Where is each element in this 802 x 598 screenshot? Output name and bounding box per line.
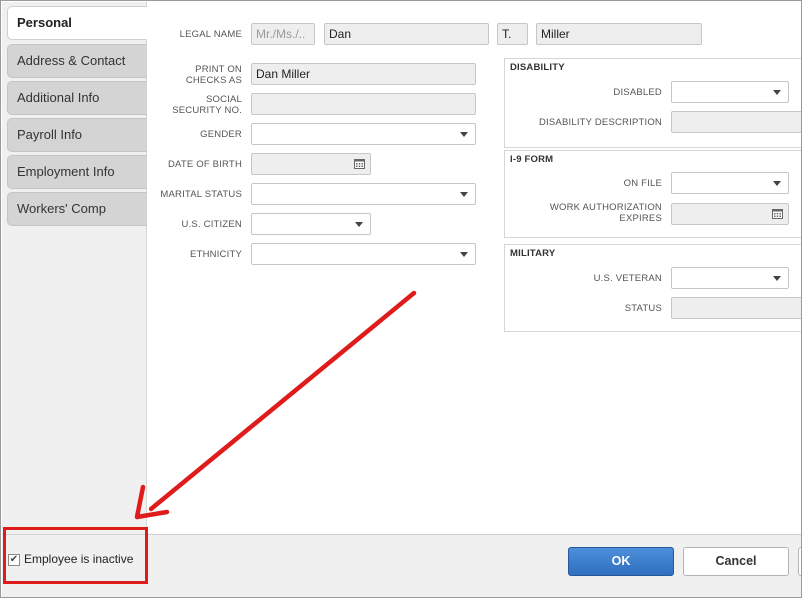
ethnicity-label: ETHNICITY bbox=[190, 249, 242, 260]
employee-inactive-label[interactable]: Employee is inactive bbox=[24, 552, 133, 566]
gender-label: GENDER bbox=[200, 129, 242, 140]
chevron-down-icon bbox=[773, 90, 781, 95]
us-citizen-dropdown[interactable] bbox=[251, 213, 371, 235]
disability-description-field[interactable] bbox=[671, 111, 801, 133]
disabled-dropdown[interactable] bbox=[671, 81, 789, 103]
work-authorization-label: WORK AUTHORIZATION EXPIRES bbox=[505, 202, 662, 224]
last-name-field[interactable]: Miller bbox=[536, 23, 702, 45]
ok-button[interactable]: OK bbox=[568, 547, 674, 576]
chevron-down-icon bbox=[460, 192, 468, 197]
dob-label: DATE OF BIRTH bbox=[167, 159, 242, 170]
tab-column: Personal Address & Contact Additional In… bbox=[2, 2, 147, 534]
name-title-field[interactable]: Mr./Ms./.. bbox=[251, 23, 315, 45]
marital-status-label: MARITAL STATUS bbox=[160, 189, 242, 200]
on-file-label: ON FILE bbox=[623, 178, 662, 189]
tab-additional-info[interactable]: Additional Info bbox=[7, 81, 147, 115]
ssn-field[interactable] bbox=[251, 93, 476, 115]
chevron-down-icon bbox=[460, 252, 468, 257]
chevron-down-icon bbox=[355, 222, 363, 227]
checkmark-icon: ✔ bbox=[9, 554, 19, 565]
disability-description-label: DISABILITY DESCRIPTION bbox=[538, 117, 662, 128]
ssn-label-line2: SECURITY NO. bbox=[172, 105, 242, 116]
tab-workers-comp[interactable]: Workers' Comp bbox=[7, 192, 147, 226]
chevron-down-icon bbox=[460, 132, 468, 137]
chevron-down-icon bbox=[773, 276, 781, 281]
military-header: MILITARY bbox=[510, 248, 556, 259]
work-authorization-label-line2: EXPIRES bbox=[619, 213, 662, 224]
tab-address-contact[interactable]: Address & Contact bbox=[7, 44, 147, 78]
military-status-field[interactable] bbox=[671, 297, 801, 319]
partial-button[interactable] bbox=[798, 547, 801, 576]
ssn-label-line1: SOCIAL bbox=[205, 94, 242, 105]
employee-inactive-checkbox[interactable]: ✔ bbox=[8, 554, 20, 566]
print-on-checks-label-line1: PRINT ON bbox=[195, 64, 242, 75]
print-on-checks-field[interactable]: Dan Miller bbox=[251, 63, 476, 85]
i9-form-header: I-9 FORM bbox=[510, 154, 554, 165]
chevron-down-icon bbox=[773, 181, 781, 186]
dob-field[interactable] bbox=[251, 153, 371, 175]
tab-payroll-info[interactable]: Payroll Info bbox=[7, 118, 147, 152]
calendar-icon[interactable] bbox=[772, 208, 783, 219]
personal-panel: LEGAL NAME Mr./Ms./.. Dan T. Miller PRIN… bbox=[147, 2, 801, 534]
military-status-label: STATUS bbox=[624, 303, 662, 314]
ssn-label: SOCIAL SECURITY NO. bbox=[147, 94, 242, 116]
gender-dropdown[interactable] bbox=[251, 123, 476, 145]
ethnicity-dropdown[interactable] bbox=[251, 243, 476, 265]
work-authorization-label-line1: WORK AUTHORIZATION bbox=[549, 202, 662, 213]
work-authorization-expires-field[interactable] bbox=[671, 203, 789, 225]
employee-dialog: Personal Address & Contact Additional In… bbox=[0, 0, 802, 598]
tab-personal[interactable]: Personal bbox=[7, 6, 147, 40]
cancel-button[interactable]: Cancel bbox=[683, 547, 789, 576]
us-citizen-label: U.S. CITIZEN bbox=[181, 219, 242, 230]
i9-form-group: I-9 FORM ON FILE WORK AUTHORIZATION EXPI… bbox=[504, 150, 801, 238]
us-veteran-label: U.S. VETERAN bbox=[593, 273, 662, 284]
print-on-checks-label: PRINT ON CHECKS AS bbox=[147, 64, 242, 86]
marital-status-dropdown[interactable] bbox=[251, 183, 476, 205]
tab-employment-info[interactable]: Employment Info bbox=[7, 155, 147, 189]
military-group: MILITARY U.S. VETERAN STATUS bbox=[504, 244, 801, 332]
dialog-footer: ✔ Employee is inactive OK Cancel bbox=[2, 534, 801, 597]
calendar-icon[interactable] bbox=[354, 158, 365, 169]
first-name-field[interactable]: Dan bbox=[324, 23, 489, 45]
disability-group: DISABILITY DISABLED DISABILITY DESCRIPTI… bbox=[504, 58, 801, 148]
us-veteran-dropdown[interactable] bbox=[671, 267, 789, 289]
disabled-label: DISABLED bbox=[613, 87, 662, 98]
disability-header: DISABILITY bbox=[510, 62, 565, 73]
legal-name-label: LEGAL NAME bbox=[179, 29, 242, 40]
print-on-checks-label-line2: CHECKS AS bbox=[185, 75, 242, 86]
middle-initial-field[interactable]: T. bbox=[497, 23, 528, 45]
on-file-dropdown[interactable] bbox=[671, 172, 789, 194]
